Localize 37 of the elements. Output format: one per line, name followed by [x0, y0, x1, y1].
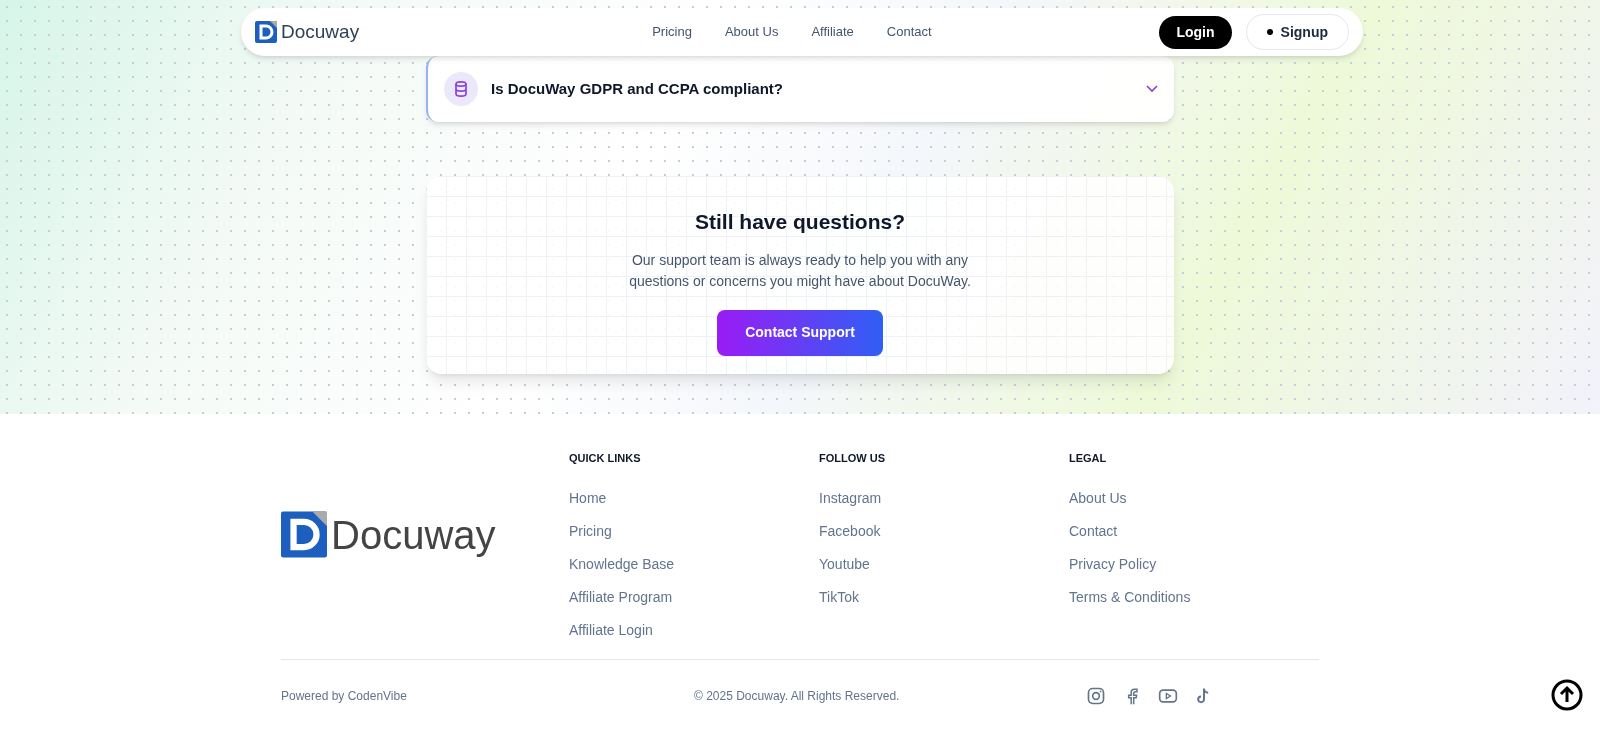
- powered-by-text: Powered by CodenVibe: [281, 688, 408, 705]
- support-text: Our support team is always ready to help you with any questions or concerns you might have about DocuWay.: [628, 250, 972, 291]
- footer-link[interactable]: TikTok: [819, 580, 1069, 614]
- contact-support-button[interactable]: Contact Support: [717, 309, 883, 356]
- logo-text: Docuway: [281, 19, 360, 44]
- footer-link[interactable]: Facebook: [819, 514, 1069, 548]
- faq-item[interactable]: Is DocuWay GDPR and CCPA compliant?: [426, 56, 1174, 122]
- logo-text: Docuway: [331, 511, 496, 559]
- faq-question: Is DocuWay GDPR and CCPA compliant?: [491, 78, 783, 99]
- footer-link[interactable]: Home: [569, 481, 819, 515]
- column-heading: FOLLOW US: [819, 451, 886, 466]
- column-heading: LEGAL: [1069, 451, 1108, 466]
- footer-link[interactable]: About Us: [1069, 481, 1319, 515]
- youtube-icon[interactable]: [1158, 686, 1178, 706]
- instagram-icon[interactable]: [1086, 686, 1106, 706]
- footer-link[interactable]: Pricing: [569, 514, 819, 548]
- footer-link[interactable]: Youtube: [819, 547, 1069, 581]
- footer-link[interactable]: Affiliate Login: [569, 613, 819, 647]
- support-title: Still have questions?: [694, 209, 905, 235]
- nav-link[interactable]: Pricing: [652, 22, 692, 42]
- login-button[interactable]: Login: [1159, 15, 1232, 49]
- footer-link[interactable]: Affiliate Program: [569, 580, 819, 614]
- footer-link[interactable]: Privacy Policy: [1069, 547, 1319, 581]
- nav-link[interactable]: Contact: [886, 22, 932, 42]
- copyright-text: © 2025 Docuway. All Rights Reserved.: [694, 688, 901, 705]
- logo-icon: [281, 511, 327, 558]
- scroll-to-top-icon[interactable]: [1551, 679, 1583, 711]
- logo-icon: [255, 21, 277, 43]
- nav-link[interactable]: About Us: [724, 22, 779, 42]
- footer-link[interactable]: Terms & Conditions: [1069, 580, 1319, 614]
- footer-link[interactable]: Knowledge Base: [569, 547, 819, 581]
- chevron-icon: [1146, 85, 1158, 93]
- footer-link[interactable]: Instagram: [819, 481, 1069, 515]
- column-heading: QUICK LINKS: [569, 451, 642, 466]
- footer-link[interactable]: Contact: [1069, 514, 1319, 548]
- signup-button[interactable]: Signup: [1245, 14, 1349, 50]
- nav-link[interactable]: Affiliate: [811, 22, 854, 42]
